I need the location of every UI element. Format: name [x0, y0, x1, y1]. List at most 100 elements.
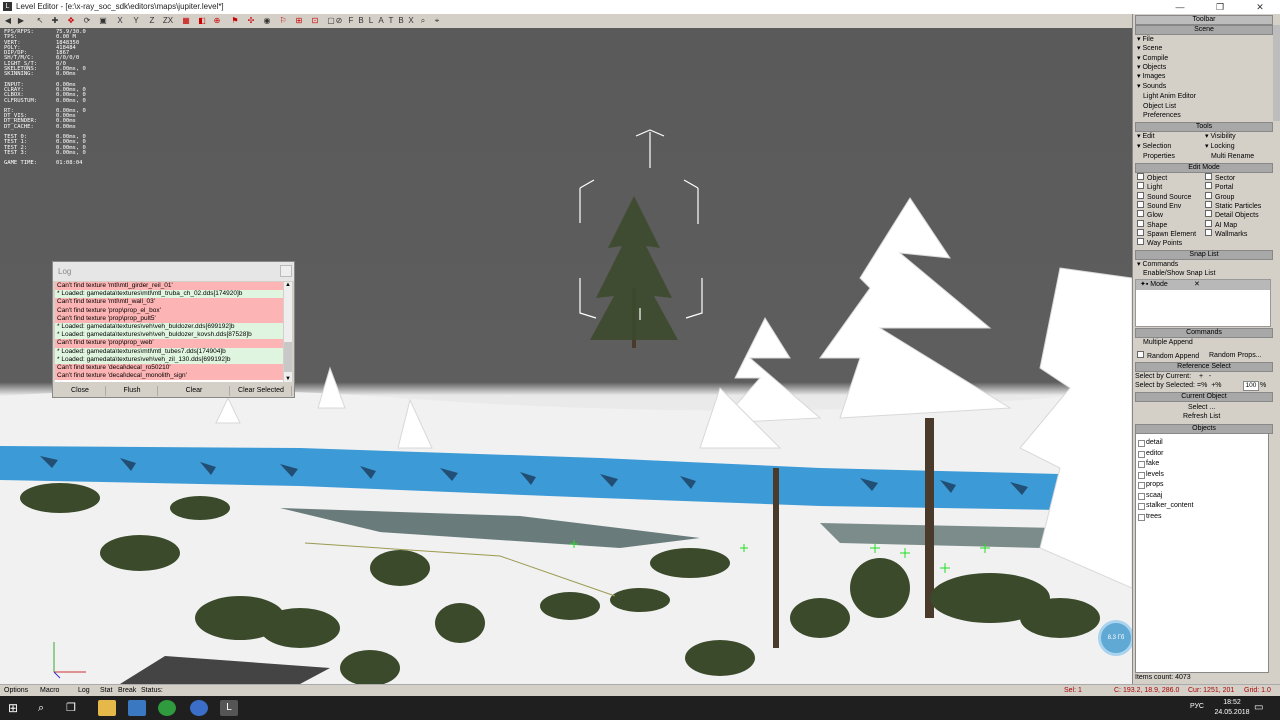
tools-edit[interactable]: ▾ Edit — [1137, 132, 1155, 141]
select-selected-ops[interactable]: =% +% — [1197, 381, 1222, 390]
log-row[interactable]: Can't find texture 'prop\prop_web' — [55, 339, 283, 348]
commands-header[interactable]: Commands — [1135, 328, 1273, 338]
app-icon-2[interactable] — [128, 700, 146, 716]
maximize-button[interactable]: ❐ — [1200, 0, 1240, 14]
log-scrollbar[interactable]: ▲ ▼ — [284, 282, 292, 382]
snap-mode-label[interactable]: ✦▪ Mode — [1140, 280, 1168, 289]
mode-left-7[interactable]: Way Points — [1137, 238, 1182, 248]
mode-checkbox[interactable] — [1137, 191, 1144, 199]
percent-input[interactable]: 100 — [1243, 381, 1259, 391]
minimize-button[interactable]: — — [1160, 0, 1200, 14]
log-row[interactable]: Can't find texture 'decal\decal_ro50210' — [55, 363, 283, 373]
close-button[interactable]: ✕ — [1240, 0, 1280, 14]
mode-checkbox[interactable] — [1137, 210, 1144, 218]
object-folder-stalker_content[interactable]: stalker_content — [1138, 501, 1193, 510]
windows-start-icon[interactable]: ⊞ — [8, 700, 26, 716]
log-row[interactable]: * Loaded: gamedata\textures\veh\veh_zil_… — [55, 355, 283, 364]
tray-clock[interactable]: 18:52 24.05.2018 — [1210, 698, 1254, 718]
object-folder-levels[interactable]: levels — [1138, 470, 1164, 479]
log-close-icon[interactable] — [280, 265, 292, 277]
mode-checkbox[interactable] — [1137, 228, 1144, 236]
mode-checkbox[interactable] — [1137, 200, 1144, 208]
expand-plus-icon[interactable] — [1138, 450, 1145, 458]
search-icon[interactable]: ⌕ — [38, 700, 56, 716]
zoom-icon[interactable]: ⊘ — [334, 16, 344, 26]
select-object-button[interactable]: Select ... — [1188, 403, 1215, 412]
reference-select-header[interactable]: Reference Select — [1135, 362, 1273, 372]
tools-visibility[interactable]: ▾ Visibility — [1205, 132, 1236, 141]
scene-link-0[interactable]: Light Anim Editor — [1143, 92, 1196, 101]
rotate-icon[interactable]: ⟳ — [82, 16, 92, 26]
scene-item-objects[interactable]: ▾ Objects — [1137, 63, 1166, 72]
mode-checkbox[interactable] — [1205, 219, 1212, 227]
current-object-header[interactable]: Current Object — [1135, 392, 1273, 402]
object-folder-editor[interactable]: editor — [1138, 449, 1164, 458]
snap-object-icon[interactable]: ◧ — [197, 16, 207, 26]
snap-vertex-icon[interactable]: ⊞ — [294, 16, 304, 26]
snap-commands[interactable]: ▾ Commands — [1137, 260, 1178, 269]
toolbar-letter-b2[interactable]: B — [396, 16, 406, 26]
scene-item-compile[interactable]: ▾ Compile — [1137, 54, 1168, 63]
add-icon[interactable]: ✚ — [50, 16, 60, 26]
snap-enable-button[interactable]: Enable/Show Snap List — [1143, 269, 1215, 278]
scene-item-sounds[interactable]: ▾ Sounds — [1137, 82, 1166, 91]
scene-scrollbar[interactable] — [1273, 25, 1280, 121]
snap-list-header[interactable]: Snap List — [1135, 250, 1273, 260]
task-view-icon[interactable]: ❐ — [66, 700, 84, 716]
object-folder-props[interactable]: props — [1138, 480, 1164, 489]
mode-checkbox[interactable] — [1137, 182, 1144, 190]
mode-checkbox[interactable] — [1205, 182, 1212, 190]
log-row[interactable]: Can't find texture 'mtl\mtl_girder_reil_… — [55, 282, 283, 291]
axis-y-button[interactable]: Y — [131, 16, 141, 26]
log-row[interactable]: * Loaded: gamedata\textures\veh\veh_buld… — [55, 322, 283, 332]
scene-item-file[interactable]: ▾ File — [1137, 35, 1154, 44]
snap-clear-icon[interactable]: ✕ — [1194, 280, 1200, 289]
scroll-thumb[interactable] — [284, 342, 292, 372]
scene-link-2[interactable]: Preferences — [1143, 111, 1181, 120]
refresh-list-button[interactable]: Refresh List — [1183, 412, 1220, 421]
snap-scale-icon[interactable]: ⚐ — [278, 16, 288, 26]
keyboard-language[interactable]: РУС — [1190, 703, 1204, 710]
expand-plus-icon[interactable] — [1138, 503, 1145, 510]
select-current-plus[interactable]: + - — [1199, 372, 1211, 381]
mode-checkbox[interactable] — [1137, 238, 1144, 246]
expand-plus-icon[interactable] — [1138, 513, 1145, 521]
log-close-button[interactable]: Close — [55, 386, 106, 396]
log-list[interactable]: Can't find texture 'mtl\mtl_girder_reil_… — [55, 282, 283, 382]
snap-angle-icon[interactable]: ◉ — [262, 16, 272, 26]
tools-header[interactable]: Tools — [1135, 122, 1273, 132]
edit-mode-header[interactable]: Edit Mode — [1135, 163, 1273, 173]
scene-link-1[interactable]: Object List — [1143, 102, 1176, 111]
log-row[interactable]: Can't find texture 'prop\prop_pult5' — [55, 314, 283, 323]
object-folder-detail[interactable]: detail — [1138, 438, 1163, 447]
scale-icon[interactable]: ▣ — [98, 16, 108, 26]
snap-list-box[interactable]: ✦▪ Mode ✕ — [1135, 279, 1271, 327]
log-flush-button[interactable]: Flush — [107, 386, 158, 396]
snap-edge-icon[interactable]: ⊡ — [310, 16, 320, 26]
mode-checkbox[interactable] — [1205, 210, 1212, 218]
object-folder-scaaj[interactable]: scaaj — [1138, 491, 1162, 500]
memory-badge[interactable]: 8.3 Гб — [1098, 620, 1132, 656]
mode-checkbox[interactable] — [1205, 173, 1212, 180]
toolbar-letter-l[interactable]: L — [366, 16, 376, 26]
expand-plus-icon[interactable] — [1138, 492, 1145, 500]
toolbar-letter-f[interactable]: F — [346, 16, 356, 26]
mode-checkbox[interactable] — [1205, 228, 1212, 236]
axis-z-button[interactable]: Z — [147, 16, 157, 26]
tools-locking[interactable]: ▾ Locking — [1205, 142, 1235, 151]
notifications-icon[interactable]: ▭ — [1254, 700, 1272, 716]
axis-x-button[interactable]: X — [115, 16, 125, 26]
multiple-append-button[interactable]: Multiple Append — [1143, 338, 1193, 347]
log-clear-selected-button[interactable]: Clear Selected — [231, 386, 292, 396]
snap-normal-icon[interactable]: ⚑ — [230, 16, 240, 26]
log-title-bar[interactable]: Log — [53, 262, 294, 281]
snap-grid-icon[interactable]: ▦ — [181, 16, 191, 26]
log-row[interactable]: Can't find texture 'mtl\mtl_wall_03' — [55, 298, 283, 307]
scene-item-scene[interactable]: ▾ Scene — [1137, 44, 1162, 53]
scroll-down-icon[interactable]: ▼ — [285, 376, 291, 382]
mode-checkbox[interactable] — [1205, 191, 1212, 199]
object-folder-fake[interactable]: fake — [1138, 459, 1159, 468]
browser-icon[interactable] — [190, 700, 208, 716]
arrow-left-icon[interactable]: ◀ — [3, 16, 13, 26]
mode-checkbox[interactable] — [1137, 173, 1144, 180]
